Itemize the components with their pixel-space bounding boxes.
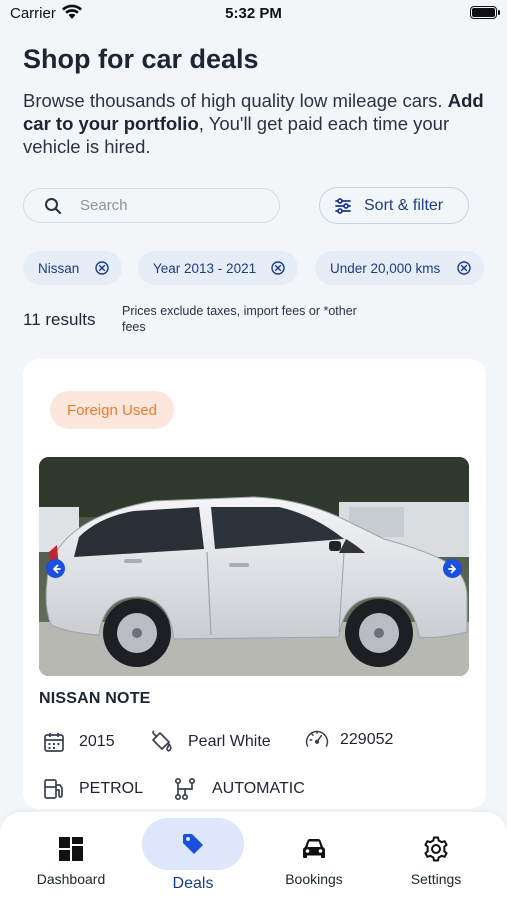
spec-mileage: 229052 bbox=[304, 727, 393, 753]
clock: 5:32 PM bbox=[225, 5, 282, 22]
search-box[interactable] bbox=[23, 188, 280, 223]
results-count: 11 results bbox=[23, 310, 96, 329]
page-title: Shop for car deals bbox=[23, 44, 259, 74]
price-disclaimer: Prices exclude taxes, import fees or *ot… bbox=[122, 304, 357, 334]
car-year: 2015 bbox=[79, 733, 115, 750]
tab-label: Settings bbox=[410, 871, 462, 887]
tab-label: Dashboard bbox=[36, 871, 106, 887]
sliders-icon bbox=[334, 197, 352, 215]
filter-chip-label: Nissan bbox=[38, 260, 80, 276]
filter-chip-make[interactable]: Nissan bbox=[23, 251, 122, 285]
remove-filter-icon[interactable] bbox=[271, 261, 285, 280]
spec-transmission: AUTOMATIC bbox=[172, 776, 305, 802]
car-photo[interactable] bbox=[39, 457, 469, 676]
sort-filter-label: Sort & filter bbox=[364, 196, 444, 214]
filter-chip-year[interactable]: Year 2013 - 2021 bbox=[138, 251, 298, 285]
page-subtitle: Browse thousands of high quality low mil… bbox=[23, 89, 493, 158]
car-icon bbox=[270, 836, 358, 862]
search-icon bbox=[44, 197, 62, 220]
tab-dashboard[interactable]: Dashboard bbox=[22, 812, 120, 900]
speedometer-icon bbox=[304, 727, 330, 753]
car-name: NISSAN NOTE bbox=[39, 690, 151, 707]
car-fuel: PETROL bbox=[79, 780, 144, 797]
bottom-tab-bar: Dashboard Deals Bookings Settings bbox=[0, 812, 507, 900]
tag-icon bbox=[142, 832, 244, 856]
search-input[interactable] bbox=[80, 189, 270, 222]
car-color: Pearl White bbox=[188, 733, 271, 750]
arrow-right-icon bbox=[447, 564, 456, 573]
condition-badge: Foreign Used bbox=[50, 391, 174, 429]
previous-photo-button[interactable] bbox=[46, 559, 65, 578]
battery-icon bbox=[470, 6, 500, 19]
next-photo-button[interactable] bbox=[443, 559, 462, 578]
tab-label: Bookings bbox=[285, 871, 343, 887]
remove-filter-icon[interactable] bbox=[457, 261, 471, 280]
calendar-icon bbox=[41, 729, 67, 755]
spec-color: Pearl White bbox=[148, 729, 271, 755]
car-mileage: 229052 bbox=[340, 731, 394, 748]
dashboard-icon bbox=[22, 836, 120, 862]
tab-settings[interactable]: Settings bbox=[396, 812, 476, 900]
paint-bucket-icon bbox=[148, 729, 174, 755]
tab-deals[interactable]: Deals bbox=[142, 812, 244, 900]
spec-fuel: PETROL bbox=[41, 776, 143, 802]
gearbox-icon bbox=[172, 776, 198, 802]
filter-chip-label: Under 20,000 kms bbox=[330, 260, 441, 276]
filter-chip-label: Year 2013 - 2021 bbox=[153, 260, 257, 276]
arrow-left-icon bbox=[52, 564, 61, 573]
tab-bookings[interactable]: Bookings bbox=[270, 812, 358, 900]
fuel-pump-icon bbox=[41, 776, 67, 802]
sort-filter-button[interactable]: Sort & filter bbox=[319, 187, 469, 224]
subtitle-lead: Browse thousands of high quality low mil… bbox=[23, 90, 443, 111]
car-transmission: AUTOMATIC bbox=[212, 780, 305, 797]
tab-label: Deals bbox=[172, 875, 214, 892]
spec-year: 2015 bbox=[41, 729, 115, 755]
remove-filter-icon[interactable] bbox=[95, 261, 109, 280]
status-bar: Carrier 5:32 PM bbox=[0, 0, 507, 28]
gear-icon bbox=[396, 836, 476, 862]
filter-chip-mileage[interactable]: Under 20,000 kms bbox=[315, 251, 484, 285]
